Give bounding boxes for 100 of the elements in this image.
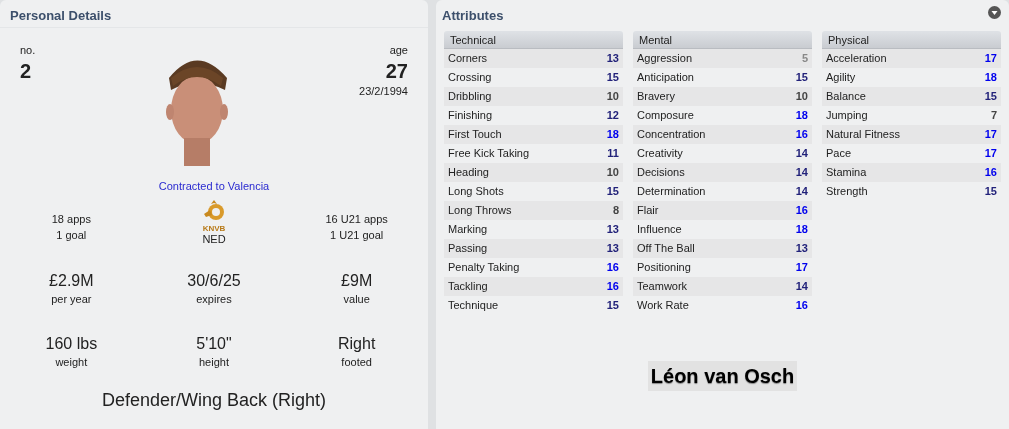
attribute-value: 8 — [612, 203, 619, 219]
panel-title: Attributes — [442, 7, 504, 25]
attribute-value: 16 — [795, 203, 808, 219]
attribute-value: 14 — [795, 146, 808, 162]
attribute-name: Acceleration — [826, 51, 887, 67]
attribute-value: 16 — [795, 298, 808, 314]
attribute-value: 14 — [795, 165, 808, 181]
attribute-value: 13 — [606, 222, 619, 238]
fact-label: value — [343, 291, 370, 306]
fact-value: 30/6/25 — [187, 270, 241, 291]
attribute-name: Penalty Taking — [448, 260, 520, 276]
age-value: 27 — [385, 58, 408, 83]
birth-date: 23/2/1994 — [359, 83, 408, 99]
attribute-name: Strength — [826, 184, 868, 200]
caps-text: 18 apps — [51, 212, 91, 226]
attribute-name: Corners — [448, 51, 488, 67]
player-name: Léon van Osch — [647, 361, 798, 391]
attribute-value: 5 — [801, 51, 808, 67]
caps-text: 16 U21 apps — [325, 212, 388, 226]
caps-text: 1 goal — [56, 228, 87, 242]
attribute-value: 16 — [606, 279, 619, 295]
attribute-name: Determination — [637, 184, 706, 200]
attribute-name: First Touch — [448, 127, 502, 143]
attribute-value: 13 — [606, 51, 619, 67]
attribute-name: Influence — [637, 222, 682, 238]
attribute-name: Tackling — [448, 279, 488, 295]
nation-code: NED — [202, 232, 226, 246]
fact-label: height — [199, 354, 229, 369]
attribute-name: Composure — [637, 108, 694, 124]
attribute-name: Passing — [448, 241, 488, 257]
panel-title: Personal Details — [0, 0, 428, 28]
column-header: Physical — [822, 31, 1001, 49]
attribute-name: Long Throws — [448, 203, 512, 219]
attribute-name: Positioning — [637, 260, 691, 276]
shirt-number: 2 — [20, 58, 32, 83]
position-text: Defender/Wing Back (Right) — [101, 388, 327, 412]
attribute-value: 15 — [606, 184, 619, 200]
attribute-value: 14 — [795, 184, 808, 200]
attribute-value: 18 — [606, 127, 619, 143]
attribute-value: 14 — [795, 279, 808, 295]
attribute-value: 13 — [795, 241, 808, 257]
attribute-name: Anticipation — [637, 70, 694, 86]
attribute-name: Creativity — [637, 146, 683, 162]
fact-value: £2.9M — [49, 270, 94, 291]
attribute-value: 13 — [606, 241, 619, 257]
column-header: Technical — [444, 31, 623, 49]
attribute-name: Off The Ball — [637, 241, 695, 257]
fact-label: per year — [51, 291, 92, 306]
attribute-name: Stamina — [826, 165, 867, 181]
attribute-value: 12 — [606, 108, 619, 124]
caps-text: 1 U21 goal — [330, 228, 384, 242]
fact-value: £9M — [341, 270, 373, 291]
attribute-name: Dribbling — [448, 89, 492, 105]
attribute-name: Pace — [826, 146, 852, 162]
age-label: age — [389, 43, 408, 58]
fact-label: footed — [341, 354, 372, 369]
attribute-name: Balance — [826, 89, 866, 105]
attribute-value: 15 — [984, 184, 997, 200]
attribute-value: 17 — [984, 146, 997, 162]
attribute-value: 17 — [984, 127, 997, 143]
attribute-value: 15 — [984, 89, 997, 105]
attribute-value: 16 — [984, 165, 997, 181]
attribute-value: 11 — [607, 146, 619, 162]
attribute-name: Free Kick Taking — [448, 146, 530, 162]
attribute-value: 15 — [606, 298, 619, 314]
attribute-value: 10 — [606, 89, 619, 105]
attribute-name: Aggression — [637, 51, 693, 67]
attribute-name: Crossing — [448, 70, 492, 86]
attribute-name: Decisions — [637, 165, 685, 181]
attribute-value: 10 — [795, 89, 808, 105]
attribute-value: 18 — [795, 108, 808, 124]
attribute-name: Finishing — [448, 108, 493, 124]
fact-value: 5'10" — [196, 333, 232, 354]
number-label: no. — [20, 43, 36, 58]
attribute-value: 18 — [984, 70, 997, 86]
fact-value: Right — [338, 333, 376, 354]
fact-label: weight — [55, 354, 88, 369]
attribute-value: 7 — [990, 108, 997, 124]
attribute-name: Heading — [448, 165, 489, 181]
attribute-name: Technique — [448, 298, 499, 314]
attribute-name: Bravery — [637, 89, 675, 105]
attribute-name: Concentration — [637, 127, 706, 143]
attribute-name: Natural Fitness — [826, 127, 900, 143]
attribute-name: Long Shots — [448, 184, 504, 200]
fact-value: 160 lbs — [45, 333, 98, 354]
attribute-value: 16 — [606, 260, 619, 276]
attribute-name: Teamwork — [637, 279, 688, 295]
attribute-value: 10 — [606, 165, 619, 181]
badge-text: KNVB — [202, 224, 226, 233]
club-link[interactable]: Contracted to Valencia — [158, 178, 270, 195]
attribute-value: 16 — [795, 127, 808, 143]
attribute-value: 17 — [795, 260, 808, 276]
attribute-name: Marking — [448, 222, 488, 238]
attribute-value: 18 — [795, 222, 808, 238]
attribute-name: Work Rate — [637, 298, 689, 314]
fact-label: expires — [196, 291, 232, 306]
attribute-name: Flair — [637, 203, 659, 219]
column-header: Mental — [633, 31, 812, 49]
attribute-value: 17 — [984, 51, 997, 67]
attribute-value: 15 — [795, 70, 808, 86]
